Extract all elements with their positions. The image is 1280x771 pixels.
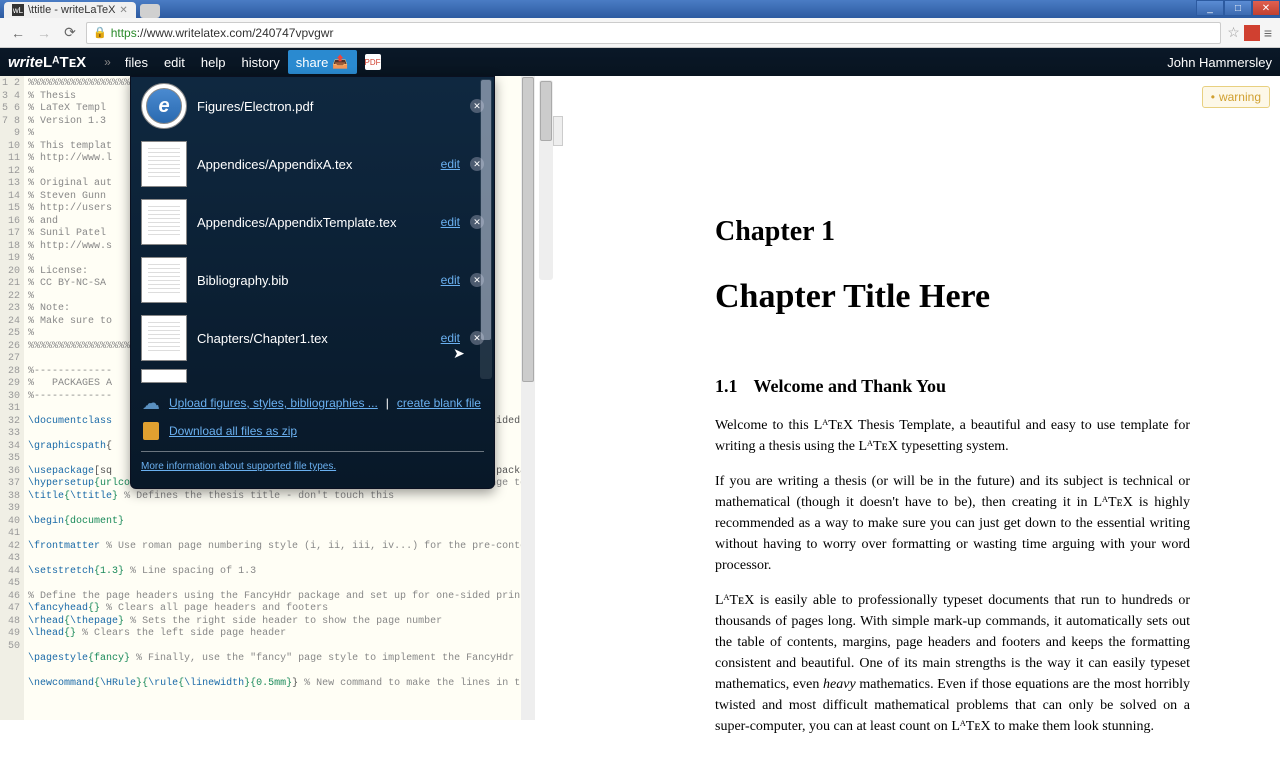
- file-edit-link[interactable]: edit: [441, 273, 460, 287]
- file-name: Appendices/AppendixTemplate.tex: [197, 215, 431, 230]
- file-thumbnail-tex: [141, 315, 187, 361]
- browser-tab[interactable]: wL \ttitle - writeLaTeX ✕: [4, 2, 136, 18]
- reload-button[interactable]: ⟳: [60, 23, 80, 43]
- file-row[interactable]: Appendices/AppendixTemplate.tex edit ✕: [131, 193, 494, 251]
- file-row[interactable]: Bibliography.bib edit ✕: [131, 251, 494, 309]
- file-name: Figures/Electron.pdf: [197, 99, 460, 114]
- user-name[interactable]: John Hammersley: [1167, 55, 1272, 70]
- preview-scroll-thumb[interactable]: [540, 81, 552, 141]
- menu-edit[interactable]: edit: [156, 51, 193, 74]
- app-header: writeLᴬTᴇX » files edit help history sha…: [0, 48, 1280, 76]
- minimize-button[interactable]: _: [1196, 0, 1224, 16]
- logo[interactable]: writeLᴬTᴇX: [8, 54, 86, 71]
- menu-separator: »: [104, 55, 111, 69]
- menu-history[interactable]: history: [234, 51, 288, 74]
- extension-icon[interactable]: [1244, 25, 1260, 41]
- file-thumbnail-tex: [141, 199, 187, 245]
- files-dropdown: e Figures/Electron.pdf ✕ Appendices/Appe…: [130, 76, 495, 489]
- supported-types-link[interactable]: More information about supported file ty…: [141, 461, 336, 472]
- section-header: 1.1 Welcome and Thank You: [715, 376, 1190, 397]
- file-thumbnail-tex: [141, 369, 187, 383]
- upload-icon: ☁: [141, 393, 161, 413]
- create-blank-link[interactable]: create blank file: [397, 396, 481, 410]
- file-name: Appendices/AppendixA.tex: [197, 157, 431, 172]
- browser-toolbar: ← → ⟳ 🔒 https://www.writelatex.com/24074…: [0, 18, 1280, 48]
- zip-icon: [141, 421, 161, 441]
- tab-favicon: wL: [12, 4, 24, 16]
- footer-separator: |: [386, 396, 389, 410]
- url-path: ://www.writelatex.com/240747vpvgwr: [137, 26, 334, 40]
- file-row[interactable]: Chapters/Chapter1.tex edit ✕: [131, 309, 494, 367]
- bookmark-icon[interactable]: ☆: [1227, 24, 1240, 41]
- chapter-label: Chapter 1: [715, 216, 1190, 248]
- file-edit-link[interactable]: edit: [441, 331, 460, 345]
- file-name: Bibliography.bib: [197, 273, 431, 288]
- address-bar[interactable]: 🔒 https://www.writelatex.com/240747vpvgw…: [86, 22, 1221, 44]
- lock-icon: 🔒: [93, 26, 107, 39]
- paragraph: LᴬTᴇX is easily able to professionally t…: [715, 590, 1190, 737]
- paragraph: Welcome to this LᴬTᴇX Thesis Template, a…: [715, 415, 1190, 457]
- file-row[interactable]: Appendices/AppendixA.tex edit ✕: [131, 135, 494, 193]
- file-thumbnail-tex: [141, 141, 187, 187]
- menu-files[interactable]: files: [117, 51, 156, 74]
- editor-scroll-thumb[interactable]: [522, 77, 534, 382]
- warning-button[interactable]: • warning: [1202, 86, 1270, 108]
- file-thumbnail-tex: [141, 257, 187, 303]
- upload-link[interactable]: Upload figures, styles, bibliographies .…: [169, 396, 378, 410]
- preview-pane: • warning Chapter 1 Chapter Title Here 1…: [535, 76, 1280, 720]
- pdf-icon[interactable]: PDF: [365, 54, 381, 70]
- window-titlebar: wL \ttitle - writeLaTeX ✕ _ □ ✕: [0, 0, 1280, 18]
- section-number: 1.1: [715, 376, 738, 396]
- chapter-title: Chapter Title Here: [715, 278, 1190, 316]
- share-icon: 📤: [332, 54, 348, 70]
- menu-share[interactable]: share 📤: [288, 50, 357, 74]
- file-thumbnail-pdf: e: [141, 83, 187, 129]
- file-row-partial[interactable]: [131, 367, 494, 383]
- footer-divider: [141, 451, 484, 452]
- download-zip-link[interactable]: Download all files as zip: [169, 424, 297, 438]
- files-scroll-thumb[interactable]: [481, 80, 491, 340]
- url-protocol: https: [111, 26, 137, 40]
- files-scrollbar[interactable]: [480, 79, 492, 379]
- tab-title: \ttitle - writeLaTeX: [28, 4, 115, 16]
- new-tab-button[interactable]: [140, 4, 160, 18]
- file-name: Chapters/Chapter1.tex: [197, 331, 431, 346]
- file-edit-link[interactable]: edit: [441, 215, 460, 229]
- back-button[interactable]: ←: [8, 23, 28, 43]
- menu-help[interactable]: help: [193, 51, 234, 74]
- section-title: Welcome and Thank You: [754, 376, 947, 396]
- editor-scrollbar[interactable]: [521, 76, 535, 720]
- forward-button[interactable]: →: [34, 23, 54, 43]
- document-preview: Chapter 1 Chapter Title Here 1.1 Welcome …: [555, 76, 1280, 771]
- tab-close-icon[interactable]: ✕: [119, 5, 127, 16]
- maximize-button[interactable]: □: [1224, 0, 1252, 16]
- line-gutter: 1 2 3 4 5 6 7 8 9 10 11 12 13 14 15 16 1…: [0, 76, 24, 720]
- preview-expand-handle[interactable]: [553, 116, 563, 146]
- cursor-icon: ➤: [453, 345, 465, 362]
- browser-menu-icon[interactable]: ≡: [1264, 25, 1272, 41]
- preview-scrollbar[interactable]: [539, 80, 553, 280]
- paragraph: If you are writing a thesis (or will be …: [715, 471, 1190, 576]
- file-edit-link[interactable]: edit: [441, 157, 460, 171]
- window-close-button[interactable]: ✕: [1252, 0, 1280, 16]
- file-row[interactable]: e Figures/Electron.pdf ✕: [131, 77, 494, 135]
